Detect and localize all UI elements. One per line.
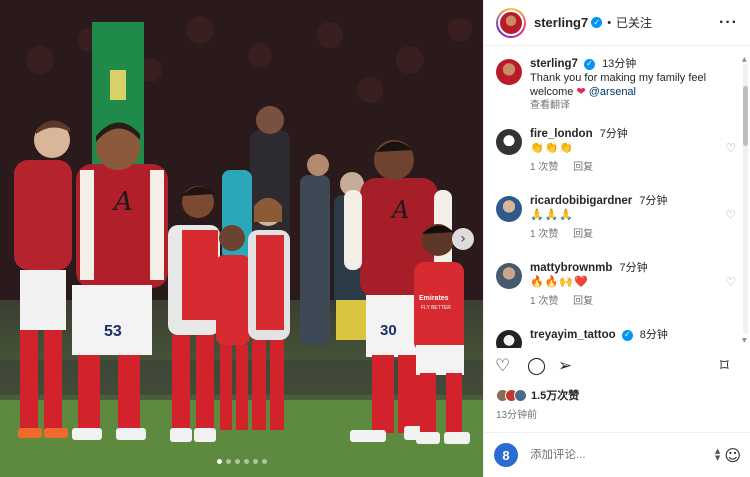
caption: sterling7 ✓ 13分钟 Thank you for making my…	[496, 57, 740, 113]
carousel-dot	[235, 459, 240, 464]
app-badge-icon: 8	[494, 443, 518, 467]
comment-time: 7分钟	[599, 128, 628, 140]
likes-count[interactable]: 1.5万次赞	[531, 387, 579, 403]
verified-badge-icon: ✓	[584, 58, 595, 70]
likes-summary[interactable]: 1.5万次赞	[496, 387, 579, 403]
match-scene-illustration: A 53 A 30 Emirates FLY BETTER	[0, 0, 483, 477]
comment-likes[interactable]: 1 次赞	[530, 229, 558, 240]
more-options-icon[interactable]: ···	[719, 14, 738, 32]
commenter-avatar[interactable]	[496, 330, 522, 348]
comment-item: fire_london 7分钟 👏👏👏 1 次赞 回复 ♡	[496, 127, 740, 175]
comment-text: 🙏🙏🙏	[530, 208, 575, 221]
heart-emoji-icon: ❤	[576, 86, 586, 98]
post-photo[interactable]: A 53 A 30 Emirates FLY BETTER ›	[0, 0, 483, 477]
carousel-dots	[217, 459, 267, 464]
carousel-dot	[262, 459, 267, 464]
share-paper-plane-icon[interactable]: ➢	[558, 356, 572, 376]
scrollbar-thumb[interactable]	[743, 86, 748, 146]
comment-composer: 8 ▲▼ ☺	[484, 432, 750, 477]
comment-text: 👏👏👏	[530, 141, 575, 154]
save-bookmark-icon[interactable]: ⌑	[720, 356, 729, 376]
shirt-number-53: 53	[104, 323, 122, 340]
see-translation-link[interactable]: 查看翻译	[530, 99, 740, 113]
svg-text:A: A	[112, 187, 133, 217]
scroll-down-arrow-icon[interactable]: ▼	[742, 337, 747, 344]
comment-item: mattybrownmb 7分钟 🔥🔥🙌❤️ 1 次赞 回复 ♡	[496, 261, 740, 309]
comment-username[interactable]: fire_london	[530, 128, 593, 140]
comments-scrollbar[interactable]: ▲ ▼	[742, 56, 749, 344]
comment-time: 7分钟	[639, 195, 668, 207]
comment-time: 7分钟	[619, 262, 648, 274]
comment-text: 🔥🔥🙌❤️	[530, 275, 589, 288]
comment-bubble-icon[interactable]: ◯	[527, 356, 546, 376]
author-username[interactable]: sterling7	[534, 15, 588, 30]
commenter-avatar[interactable]	[496, 263, 522, 289]
carousel-dot	[253, 459, 258, 464]
scroll-up-arrow-icon[interactable]: ▲	[742, 56, 747, 63]
commenter-avatar[interactable]	[496, 196, 522, 222]
separator-dot: •	[607, 16, 612, 29]
comment-username[interactable]: ricardobibigardner	[530, 195, 632, 207]
comment-time: 8分钟	[639, 329, 668, 341]
carousel-dot	[226, 459, 231, 464]
verified-badge-icon: ✓	[591, 17, 603, 28]
resize-stepper-icon[interactable]: ▲ ▼	[715, 448, 720, 462]
svg-text:A: A	[390, 196, 409, 224]
like-heart-icon[interactable]: ♡	[495, 356, 510, 376]
post-side-panel: sterling7 ✓ • 已关注 ··· sterling7 ✓ 13分钟 T…	[483, 0, 750, 477]
comment-item: treyayim_tattoo ✓ 8分钟	[496, 328, 740, 348]
comments-list[interactable]: sterling7 ✓ 13分钟 Thank you for making my…	[484, 47, 742, 348]
comment-likes[interactable]: 1 次赞	[530, 162, 558, 173]
svg-text:Emirates: Emirates	[419, 295, 449, 302]
like-comment-heart-icon[interactable]: ♡	[725, 208, 736, 222]
comment-item: ricardobibigardner 7分钟 🙏🙏🙏 1 次赞 回复 ♡	[496, 194, 740, 242]
liker-avatar	[514, 388, 527, 402]
comment-likes[interactable]: 1 次赞	[530, 296, 558, 307]
like-comment-heart-icon[interactable]: ♡	[725, 275, 736, 289]
comment-username[interactable]: treyayim_tattoo	[530, 329, 616, 341]
caption-avatar[interactable]	[496, 59, 522, 85]
mention-link[interactable]: @arsenal	[589, 86, 636, 98]
commenter-avatar[interactable]	[496, 129, 522, 155]
like-comment-heart-icon[interactable]: ♡	[725, 141, 736, 155]
carousel-next-button[interactable]: ›	[452, 228, 474, 250]
follow-status-button[interactable]: 已关注	[616, 14, 652, 31]
svg-text:FLY BETTER: FLY BETTER	[421, 305, 451, 311]
add-comment-input[interactable]	[530, 449, 715, 461]
carousel-dot	[244, 459, 249, 464]
caption-time: 13分钟	[602, 58, 637, 70]
shirt-number-30: 30	[380, 322, 397, 339]
reply-button[interactable]: 回复	[573, 229, 593, 240]
post-header: sterling7 ✓ • 已关注 ···	[484, 0, 750, 46]
reply-button[interactable]: 回复	[573, 162, 593, 173]
comment-username[interactable]: mattybrownmb	[530, 262, 612, 274]
author-avatar[interactable]	[496, 7, 526, 38]
post-action-bar: ♡ ◯ ➢ ⌑	[484, 356, 750, 382]
emoji-picker-icon[interactable]: ☺	[724, 446, 741, 465]
verified-badge-icon: ✓	[621, 329, 633, 341]
carousel-dot	[217, 459, 222, 464]
caption-username[interactable]: sterling7	[530, 58, 578, 70]
reply-button[interactable]: 回复	[573, 296, 593, 307]
posted-time: 13分钟前	[496, 410, 538, 421]
